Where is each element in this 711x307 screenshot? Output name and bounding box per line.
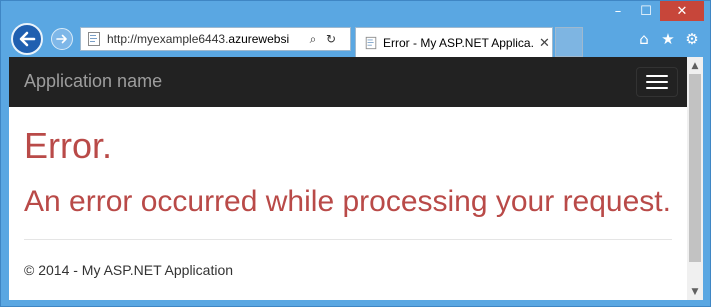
tab-close-icon[interactable]: ✕: [539, 36, 550, 51]
scroll-down-icon[interactable]: ▼: [687, 283, 703, 300]
scroll-up-icon[interactable]: ▲: [687, 57, 703, 74]
close-window-button[interactable]: ✕: [660, 1, 704, 21]
new-tab-button[interactable]: [555, 27, 583, 57]
tab-page-icon: [365, 36, 377, 50]
scroll-thumb[interactable]: [689, 74, 701, 262]
url-prefix: http://myexample6443.: [107, 32, 229, 46]
address-bar[interactable]: http://myexample6443.azurewebsi ⌕ ↻: [80, 27, 351, 51]
footer-text: © 2014 - My ASP.NET Application: [24, 262, 234, 278]
vertical-scrollbar[interactable]: ▲ ▼: [687, 57, 703, 300]
back-arrow-icon: [19, 31, 36, 47]
maximize-button[interactable]: ☐: [632, 1, 660, 21]
site-navbar: Application name: [9, 57, 687, 107]
error-title: Error.: [24, 125, 113, 166]
address-url[interactable]: http://myexample6443.azurewebsi: [107, 32, 303, 46]
page-content: Error. An error occurred while processin…: [9, 107, 687, 300]
hamburger-bar: [646, 75, 668, 77]
back-button[interactable]: [11, 23, 43, 55]
url-host: azurewebsi: [228, 32, 290, 46]
refresh-icon[interactable]: ↻: [323, 31, 339, 47]
search-icon[interactable]: ⌕: [305, 31, 321, 47]
home-icon[interactable]: ⌂: [636, 31, 652, 47]
forward-button[interactable]: [51, 28, 73, 50]
navbar-brand[interactable]: Application name: [24, 71, 162, 92]
minimize-button[interactable]: –: [604, 1, 632, 21]
hamburger-bar: [646, 81, 668, 83]
hamburger-menu-button[interactable]: [636, 67, 678, 97]
tab-error[interactable]: Error - My ASP.NET Applica... ✕: [355, 27, 553, 58]
footer-divider: [24, 239, 672, 240]
forward-arrow-icon: [56, 34, 67, 44]
browser-window: – ☐ ✕ http://myexample6443.azurewebsi ⌕ …: [0, 0, 711, 307]
browser-toolbar: ⌂ ★ ⚙: [636, 31, 700, 47]
page-viewport: Application name Error. An error occurre…: [9, 57, 703, 300]
favorites-star-icon[interactable]: ★: [660, 31, 676, 47]
page-icon: [88, 32, 100, 46]
hamburger-bar: [646, 87, 668, 89]
error-message: An error occurred while processing your …: [24, 185, 671, 218]
tab-title: Error - My ASP.NET Applica...: [383, 36, 533, 50]
gear-icon[interactable]: ⚙: [684, 31, 700, 47]
browser-nav-row: http://myexample6443.azurewebsi ⌕ ↻ Erro…: [1, 20, 710, 58]
